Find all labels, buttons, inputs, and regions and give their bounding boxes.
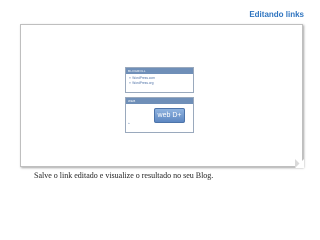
slide-title: Editando links xyxy=(249,10,304,19)
link-label[interactable]: WordPress.com xyxy=(132,76,155,80)
blogroll-link-list: » WordPress.com » WordPress.org xyxy=(126,74,193,86)
link-bullet: » xyxy=(129,81,131,85)
blogroll-widget: BLOGROLL » WordPress.com » WordPress.org xyxy=(125,67,194,93)
web-widget-link-marker[interactable]: » xyxy=(128,121,130,125)
blog-screenshot-frame: BLOGROLL » WordPress.com » WordPress.org W… xyxy=(20,24,304,168)
slide-caption: Salve o link editado e visualize o resul… xyxy=(34,171,214,180)
web-widget: WEB web D+ » xyxy=(125,97,194,133)
blogroll-link-wordpress-org[interactable]: » WordPress.org xyxy=(129,81,193,86)
web-widget-header: WEB xyxy=(126,98,193,104)
web-d-plus-button[interactable]: web D+ xyxy=(154,108,185,123)
link-label[interactable]: WordPress.org xyxy=(132,81,153,85)
page-fold-cover xyxy=(295,159,304,168)
